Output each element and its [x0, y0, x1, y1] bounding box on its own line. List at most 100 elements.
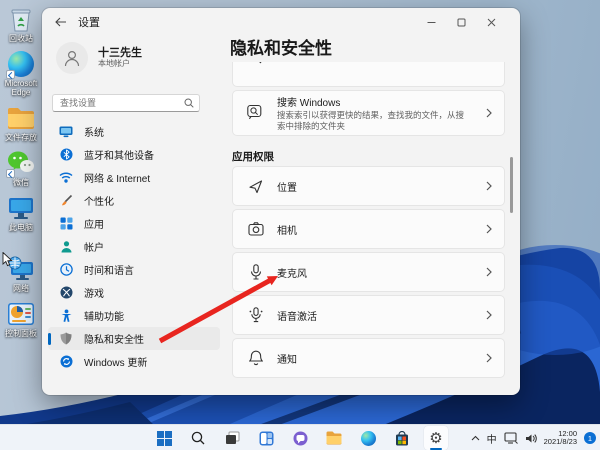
desktop-icon-label: 微信 — [13, 178, 29, 187]
clock-globe-icon — [59, 263, 73, 277]
sidebar-item-label: 隐私和安全性 — [84, 335, 144, 346]
taskbar-search-button[interactable] — [186, 426, 210, 450]
desktop-icon-folder[interactable]: 文件存放 — [0, 103, 42, 142]
sidebar-item-label: 游戏 — [84, 289, 104, 300]
permission-location[interactable]: 位置 — [232, 166, 505, 206]
window-controls — [416, 8, 506, 36]
sidebar-item-accessibility[interactable]: 辅助功能 — [48, 304, 220, 327]
sidebar-item-accounts[interactable]: 帐户 — [48, 235, 220, 258]
desktop-icon-edge[interactable]: Microsoft Edge — [0, 49, 42, 97]
sidebar-nav: 系统 蓝牙和其他设备 网络 & Internet 个性化 应用 帐户 时间和语言… — [48, 120, 220, 373]
desktop-icon-label: 控制面板 — [5, 329, 37, 338]
chat-button[interactable] — [288, 426, 312, 450]
desktop-icon-this-pc[interactable]: 此电脑 — [0, 193, 42, 232]
avatar — [56, 42, 88, 74]
update-icon — [59, 355, 73, 369]
widgets-icon — [259, 431, 273, 445]
sidebar-item-label: Windows 更新 — [84, 358, 148, 369]
search-icon — [191, 431, 205, 445]
permission-voice-activation[interactable]: 语音激活 — [232, 295, 505, 335]
safe-search-icon — [247, 62, 263, 65]
permission-notifications[interactable]: 通知 — [232, 338, 505, 378]
accessibility-person-icon — [59, 309, 73, 323]
clock-date: 2021/8/23 — [543, 437, 577, 446]
card-title: 搜索 Windows — [277, 98, 341, 109]
folder-icon — [6, 103, 36, 133]
desktop-icon-wechat[interactable]: 微信 — [0, 148, 42, 187]
mouse-cursor — [2, 252, 13, 267]
sidebar-item-network-internet[interactable]: 网络 & Internet — [48, 166, 220, 189]
notification-badge[interactable]: 1 — [584, 432, 596, 444]
settings-window: 设置 十三先生 本地帐户 查找设置 系统 蓝牙和其他设备 网络 & Intern… — [42, 8, 520, 395]
sidebar-item-label: 时间和语言 — [84, 266, 134, 277]
shortcut-arrow-icon — [6, 70, 15, 79]
back-button[interactable] — [48, 12, 74, 32]
apps-icon — [59, 217, 73, 231]
maximize-button[interactable] — [446, 11, 476, 33]
card-subtitle: 搜索索引以获得更快的结果，查找我的文件，从搜索中排除的文件夹 — [277, 110, 465, 131]
chevron-right-icon — [486, 353, 492, 363]
location-icon — [247, 179, 264, 194]
shield-icon — [59, 332, 73, 346]
paintbrush-icon — [59, 194, 73, 208]
desktop-icon-control-panel[interactable]: 控制面板 — [0, 299, 42, 338]
desktop-icon-recycle-bin[interactable]: 回收站 — [0, 4, 42, 43]
search-windows-card[interactable]: 搜索 Windows 搜索索引以获得更快的结果，查找我的文件，从搜索中排除的文件… — [232, 90, 505, 136]
start-button[interactable] — [152, 426, 176, 450]
sidebar-item-label: 个性化 — [84, 197, 114, 208]
store-icon — [396, 430, 408, 445]
page-title: 隐私和安全性 — [230, 39, 332, 58]
this-pc-icon — [6, 193, 36, 223]
content-scrollbar[interactable] — [510, 157, 513, 213]
permission-camera[interactable]: 相机 — [232, 209, 505, 249]
sidebar-item-privacy-security[interactable]: 隐私和安全性 — [48, 327, 220, 350]
wechat-icon — [6, 148, 36, 178]
store-button[interactable] — [390, 426, 414, 450]
sidebar-item-label: 应用 — [84, 220, 104, 231]
taskbar-clock[interactable]: 12:00 2021/8/23 — [543, 429, 577, 447]
control-panel-icon — [6, 299, 36, 329]
task-view-button[interactable] — [220, 426, 244, 450]
settings-search-input[interactable] — [58, 97, 184, 109]
edge-button[interactable] — [356, 426, 380, 450]
file-explorer-button[interactable] — [322, 426, 346, 450]
sidebar-item-windows-update[interactable]: Windows 更新 — [48, 350, 220, 373]
task-view-icon — [225, 431, 239, 444]
network-status-icon[interactable] — [504, 432, 518, 444]
sidebar-item-bluetooth-devices[interactable]: 蓝牙和其他设备 — [48, 143, 220, 166]
search-windows-icon — [247, 104, 264, 120]
sidebar-item-gaming[interactable]: 游戏 — [48, 281, 220, 304]
sidebar-item-label: 帐户 — [84, 243, 104, 254]
sidebar-item-personalization[interactable]: 个性化 — [48, 189, 220, 212]
sidebar-item-time-language[interactable]: 时间和语言 — [48, 258, 220, 281]
section-header: 应用权限 — [232, 151, 274, 163]
settings-button[interactable]: ⚙ — [424, 426, 448, 450]
sidebar-item-system[interactable]: 系统 — [48, 120, 220, 143]
sidebar-item-label: 网络 & Internet — [84, 174, 151, 185]
permission-label: 语音激活 — [277, 311, 317, 323]
user-name: 十三先生 — [98, 47, 142, 59]
minimize-button[interactable] — [416, 11, 446, 33]
close-icon — [487, 18, 495, 26]
minimize-icon — [427, 21, 435, 23]
ime-indicator[interactable]: 中 — [487, 431, 497, 446]
tray-chevron-up-icon[interactable] — [471, 435, 480, 441]
desktop-icon-label: 此电脑 — [9, 223, 33, 232]
desktop-icon-label: Microsoft Edge — [4, 79, 38, 97]
window-title: 设置 — [78, 17, 100, 29]
taskbar: ⚙ 中 12:00 2021/8/23 1 — [0, 424, 600, 450]
search-permissions-card[interactable]: 安全搜索、云内容搜索、搜索历史记录 — [232, 62, 505, 87]
xbox-icon — [59, 286, 73, 300]
user-profile[interactable]: 十三先生 本地帐户 — [56, 42, 142, 74]
permission-label: 位置 — [277, 182, 297, 194]
desktop-icon-label: 网络 — [13, 284, 29, 293]
widgets-button[interactable] — [254, 426, 278, 450]
settings-search-box[interactable] — [52, 94, 200, 112]
permission-label: 麦克风 — [277, 268, 307, 280]
desktop-icon-column: 回收站 Microsoft Edge 文件存放 微信 此电脑 网络 控制面板 — [0, 4, 42, 344]
volume-icon[interactable] — [525, 433, 537, 444]
close-button[interactable] — [476, 11, 506, 33]
permission-microphone[interactable]: 麦克风 — [232, 252, 505, 292]
wifi-icon — [59, 171, 73, 185]
sidebar-item-apps[interactable]: 应用 — [48, 212, 220, 235]
